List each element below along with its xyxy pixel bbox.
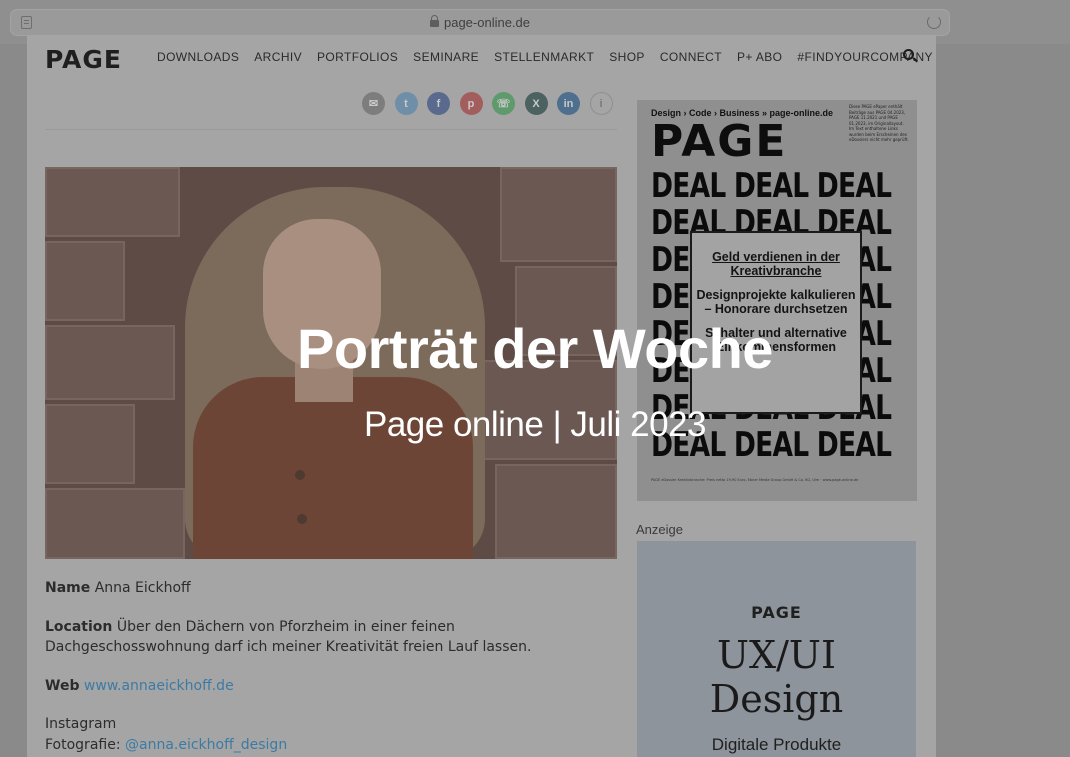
share-bar: ✉ t f p ☏ Xin i bbox=[362, 92, 622, 115]
ad-subtitle: Digitale Produkte bbox=[711, 735, 842, 754]
instagram-paragraph: Instagram Fotografie: @anna.eickhoff_des… bbox=[45, 714, 617, 755]
facebook-icon[interactable]: f bbox=[427, 92, 450, 115]
linkedin-icon[interactable]: in bbox=[557, 92, 580, 115]
web-link[interactable]: www.annaeickhoff.de bbox=[84, 678, 234, 694]
location-value: Über den Dächern von Pforzheim in einer … bbox=[45, 618, 532, 656]
fotografie-label: Fotografie: bbox=[45, 736, 121, 753]
magazine-footer: PAGE eDossier Kreativbranche: Preis nett… bbox=[651, 478, 859, 482]
nav-item-shop[interactable]: SHOP bbox=[609, 50, 645, 64]
email-icon[interactable]: ✉ bbox=[362, 92, 385, 115]
ad-label: Anzeige bbox=[636, 522, 683, 537]
name-value: Anna Eickhoff bbox=[94, 580, 191, 596]
nav-item-downloads[interactable]: DOWNLOADS bbox=[157, 50, 239, 64]
xing-icon[interactable]: X bbox=[524, 92, 548, 115]
nav-menu: DOWNLOADS ARCHIV PORTFOLIOS SEMINARE STE… bbox=[157, 50, 948, 64]
magazine-logo: PAGE bbox=[651, 116, 788, 167]
brick bbox=[495, 464, 617, 559]
brick bbox=[45, 241, 125, 321]
pinterest-icon[interactable]: p bbox=[459, 92, 483, 115]
brick bbox=[45, 167, 180, 237]
url-display[interactable]: page-online.de bbox=[11, 15, 949, 30]
overlay-title: Porträt der Woche bbox=[297, 317, 773, 380]
instagram-link[interactable]: @anna.eickhoff_design bbox=[125, 737, 287, 753]
page-container: PAGE DOWNLOADS ARCHIV PORTFOLIOS SEMINAR… bbox=[27, 35, 936, 757]
site-logo[interactable]: PAGE bbox=[45, 45, 122, 74]
name-paragraph: Name Anna Eickhoff bbox=[45, 578, 617, 599]
lock-icon bbox=[429, 15, 439, 27]
overlay-subtitle: Page online | Juli 2023 bbox=[363, 405, 707, 444]
nav-item-archiv[interactable]: ARCHIV bbox=[254, 50, 302, 64]
headline-2: Designprojekte kalkulieren – Honorare du… bbox=[696, 288, 856, 316]
shirt-button bbox=[295, 470, 305, 480]
url-text: page-online.de bbox=[443, 15, 531, 30]
location-label: Location bbox=[45, 618, 113, 635]
nav-item-stellenmarkt[interactable]: STELLENMARKT bbox=[494, 50, 594, 64]
whatsapp-icon[interactable]: ☏ bbox=[492, 92, 515, 115]
nav-item-abo[interactable]: P+ ABO bbox=[737, 50, 782, 64]
nav-item-portfolios[interactable]: PORTFOLIOS bbox=[317, 50, 398, 64]
headline-1: Geld verdienen in der Kreativbranche bbox=[712, 250, 840, 278]
article-body: Name Anna Eickhoff Location Über den Däc… bbox=[45, 578, 617, 755]
deal-line: DEAL DEAL DEAL bbox=[651, 166, 892, 206]
magazine-small-print: Diese PAGE ePaper enthält Beiträge aus P… bbox=[849, 104, 909, 142]
search-icon[interactable] bbox=[903, 49, 914, 60]
nav-item-seminare[interactable]: SEMINARE bbox=[413, 50, 479, 64]
instagram-label: Instagram bbox=[45, 716, 117, 732]
reload-icon[interactable] bbox=[927, 15, 941, 29]
location-paragraph: Location Über den Dächern von Pforzheim … bbox=[45, 617, 617, 658]
ad-title-line2: Design bbox=[709, 677, 844, 721]
nav-item-connect[interactable]: CONNECT bbox=[660, 50, 722, 64]
ad-logo: PAGE bbox=[751, 603, 802, 622]
shirt-button bbox=[297, 514, 307, 524]
web-label: Web bbox=[45, 677, 80, 694]
name-label: Name bbox=[45, 580, 91, 596]
main-navigation: PAGE DOWNLOADS ARCHIV PORTFOLIOS SEMINAR… bbox=[27, 35, 936, 81]
address-bar[interactable]: page-online.de bbox=[10, 9, 950, 36]
advertisement[interactable]: PAGE UX/UI Design Digitale Produkte bbox=[637, 541, 916, 757]
ad-title-line1: UX/UI bbox=[717, 633, 836, 677]
divider bbox=[45, 129, 617, 130]
brick bbox=[45, 488, 185, 559]
brick bbox=[500, 167, 617, 262]
ad-title: UX/UI Design bbox=[637, 633, 916, 721]
web-paragraph: Web www.annaeickhoff.de bbox=[45, 676, 617, 697]
twitter-icon[interactable]: t bbox=[394, 92, 418, 115]
info-icon[interactable]: i bbox=[589, 92, 613, 115]
